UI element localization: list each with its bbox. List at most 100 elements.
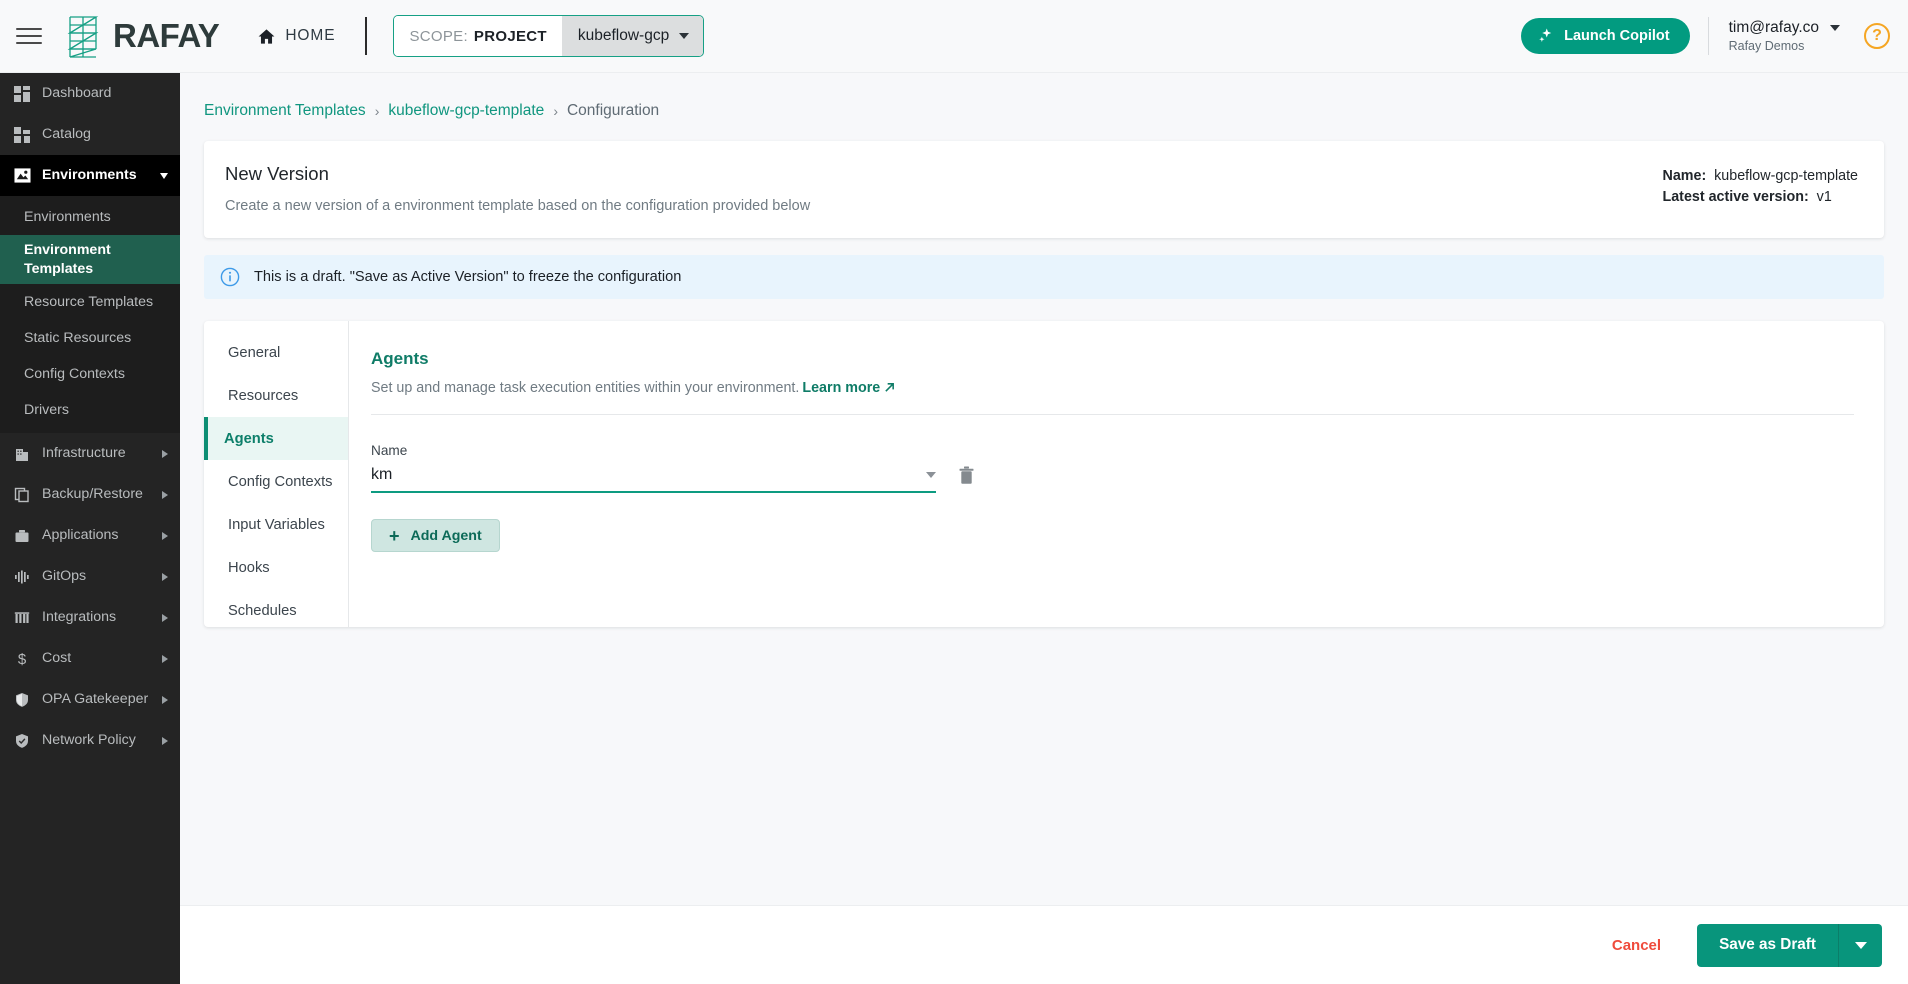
chevron-right-icon — [162, 613, 168, 622]
tab-general[interactable]: General — [204, 331, 348, 374]
hamburger-icon[interactable] — [16, 26, 42, 46]
sidebar-item-environment-templates[interactable]: Environment Templates — [0, 235, 180, 285]
save-as-draft-button[interactable]: Save as Draft — [1697, 923, 1838, 967]
sidebar-item-label: GitOps — [42, 568, 87, 585]
tab-label: Hooks — [228, 559, 270, 576]
scope-type: PROJECT — [473, 27, 547, 45]
sidebar-nav: Dashboard Catalog Environments Environme… — [0, 73, 180, 984]
sidebar-item-label: Network Policy — [42, 732, 136, 749]
save-options-button[interactable] — [1838, 923, 1882, 967]
environments-icon — [13, 167, 31, 185]
section-divider — [371, 414, 1854, 415]
launch-copilot-button[interactable]: Launch Copilot — [1521, 18, 1690, 54]
pipeline-icon — [13, 568, 31, 586]
sidebar-item-environments[interactable]: Environments — [0, 155, 180, 196]
integrations-icon — [13, 609, 31, 627]
header-right-divider — [1707, 17, 1709, 55]
plus-icon: + — [389, 525, 400, 546]
home-link[interactable]: HOME — [257, 27, 335, 46]
sidebar-item-catalog[interactable]: Catalog — [0, 114, 180, 155]
breadcrumb-template[interactable]: kubeflow-gcp-template — [388, 102, 544, 120]
agent-name-value: km — [371, 466, 393, 483]
scope-project-name: kubeflow-gcp — [577, 27, 670, 44]
sidebar-item-integrations[interactable]: Integrations — [0, 597, 180, 638]
dashboard-icon — [13, 85, 31, 103]
breadcrumb-separator: › — [553, 103, 558, 119]
svg-text:$: $ — [18, 651, 27, 667]
chevron-right-icon — [162, 695, 168, 704]
sidebar-item-infrastructure[interactable]: Infrastructure — [0, 433, 180, 474]
add-agent-button[interactable]: + Add Agent — [371, 519, 500, 552]
learn-more-link[interactable]: Learn more — [802, 380, 895, 396]
sidebar-item-backup-restore[interactable]: Backup/Restore — [0, 474, 180, 515]
sidebar-item-applications[interactable]: Applications — [0, 515, 180, 556]
main-content: Environment Templates › kubeflow-gcp-tem… — [180, 73, 1908, 905]
sidebar-item-label: Applications — [42, 527, 119, 544]
sidebar-item-cost[interactable]: $ Cost — [0, 638, 180, 679]
agent-name-select[interactable]: km — [371, 466, 936, 493]
scope-project-value[interactable]: kubeflow-gcp — [561, 16, 704, 56]
sidebar-item-gitops[interactable]: GitOps — [0, 556, 180, 597]
sidebar-subitem-label: Static Resources — [24, 330, 132, 347]
save-as-draft-split-button: Save as Draft — [1697, 923, 1882, 967]
sidebar-subnav-environments: Environments Environment Templates Resou… — [0, 196, 180, 434]
page-subtitle: Create a new version of a environment te… — [225, 198, 811, 214]
tab-resources[interactable]: Resources — [204, 374, 348, 417]
footer-action-bar: Cancel Save as Draft — [180, 905, 1908, 984]
tab-schedules[interactable]: Schedules — [204, 589, 348, 627]
tab-config-contexts[interactable]: Config Contexts — [204, 460, 348, 503]
delete-agent-button[interactable] — [958, 466, 975, 493]
sidebar-item-drivers[interactable]: Drivers — [0, 392, 180, 428]
tab-input-variables[interactable]: Input Variables — [204, 503, 348, 546]
sidebar-item-label: Integrations — [42, 609, 117, 626]
scope-label-group: SCOPE: PROJECT — [394, 16, 562, 56]
tab-label: Resources — [228, 387, 299, 404]
rafay-logo[interactable]: RAFAY — [62, 13, 220, 59]
template-name-value: kubeflow-gcp-template — [1714, 168, 1858, 184]
chevron-down-icon — [160, 172, 168, 179]
template-version-key: Latest active version: — [1662, 189, 1809, 206]
sidebar-item-environments-sub[interactable]: Environments — [0, 199, 180, 235]
briefcase-icon — [13, 527, 31, 545]
tab-hooks[interactable]: Hooks — [204, 546, 348, 589]
section-subtitle-row: Set up and manage task execution entitie… — [371, 380, 1854, 396]
sidebar-subitem-label: Environments — [24, 208, 111, 225]
user-menu[interactable]: tim@rafay.co Rafay Demos — [1729, 19, 1840, 53]
cancel-button[interactable]: Cancel — [1612, 937, 1661, 954]
chevron-down-icon — [679, 33, 690, 39]
brand-text: RAFAY — [113, 17, 220, 54]
shield-icon — [13, 691, 31, 709]
tab-label: Agents — [224, 430, 274, 447]
sidebar-item-label: Cost — [42, 650, 72, 667]
agent-row: Name km — [371, 443, 1854, 493]
template-name-row: Name: kubeflow-gcp-template — [1663, 166, 1859, 187]
chevron-right-icon — [162, 654, 168, 663]
chevron-right-icon — [162, 736, 168, 745]
sidebar-item-network-policy[interactable]: Network Policy — [0, 720, 180, 761]
agents-tab-content: Agents Set up and manage task execution … — [349, 321, 1884, 627]
help-icon[interactable]: ? — [1864, 23, 1890, 49]
building-icon — [13, 445, 31, 463]
breadcrumb-current: Configuration — [566, 102, 660, 119]
breadcrumb-root[interactable]: Environment Templates — [204, 102, 366, 120]
chevron-right-icon — [162, 490, 168, 499]
trash-icon — [959, 466, 974, 484]
copy-icon — [13, 486, 31, 504]
tab-agents[interactable]: Agents — [204, 417, 348, 460]
sidebar-item-static-resources[interactable]: Static Resources — [0, 320, 180, 356]
sidebar-item-dashboard[interactable]: Dashboard — [0, 73, 180, 114]
chevron-right-icon — [162, 531, 168, 540]
scope-selector[interactable]: SCOPE: PROJECT kubeflow-gcp — [393, 15, 705, 57]
template-meta: Name: kubeflow-gcp-template Latest activ… — [1663, 163, 1859, 209]
sidebar-subitem-label: Resource Templates — [24, 294, 154, 311]
sidebar-item-resource-templates[interactable]: Resource Templates — [0, 284, 180, 320]
agent-name-label: Name — [371, 443, 408, 458]
panel-tab-list: General Resources Agents Config Contexts… — [204, 321, 349, 627]
launch-copilot-label: Launch Copilot — [1564, 28, 1670, 44]
template-version-value: v1 — [1816, 189, 1832, 206]
tab-label: Schedules — [228, 602, 297, 619]
sidebar-item-opa-gatekeeper[interactable]: OPA Gatekeeper — [0, 679, 180, 720]
add-agent-label: Add Agent — [410, 527, 482, 544]
home-icon — [258, 28, 275, 44]
sidebar-item-config-contexts[interactable]: Config Contexts — [0, 356, 180, 392]
